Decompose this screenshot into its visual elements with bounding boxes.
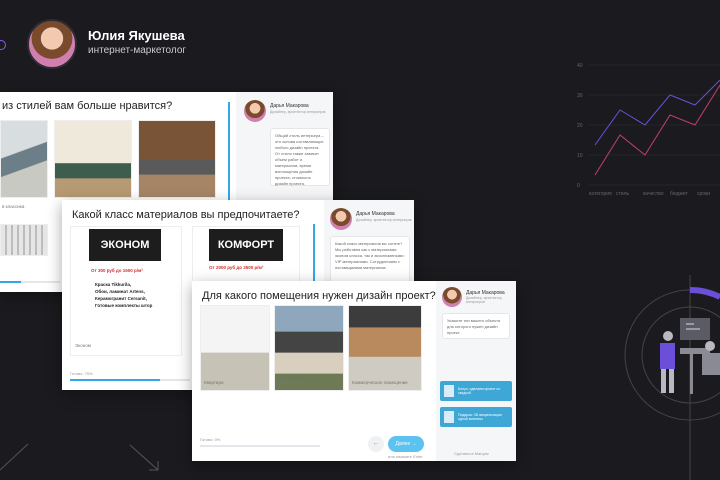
y-tick-label: 20 — [577, 123, 583, 129]
circle-icon — [0, 40, 6, 50]
option-apartment[interactable] — [200, 305, 270, 391]
comfort-price: От 2000 руб до 3500 р/м² — [209, 265, 264, 270]
interior-photo[interactable] — [54, 120, 132, 198]
consultant-title: Дизайнер, архитектор интерьеров — [270, 110, 326, 114]
x-tick-label: сроки — [697, 191, 710, 197]
y-tick-label: 10 — [577, 153, 583, 159]
consultant-avatar — [442, 287, 462, 307]
option-commercial[interactable] — [348, 305, 422, 391]
back-button[interactable]: ← — [368, 436, 384, 452]
progress-label: Готово: 0% — [200, 437, 221, 442]
option-econom[interactable]: ЭКОНОМ От 300 руб до 1500 р/м² Краска Ti… — [70, 226, 182, 356]
footer-credit[interactable]: Сделано в Marquiz — [454, 451, 489, 456]
consultant-message: Общий стиль интерьера – это основа соста… — [270, 128, 330, 186]
consultant-panel: Дарья Макарова Дизайнер, архитектор инте… — [436, 281, 516, 461]
background-line-chart: 40 30 20 10 0 категория стиль качество бюджет сро… — [577, 63, 720, 197]
y-tick-label: 30 — [577, 93, 583, 99]
progress-bar — [200, 445, 320, 447]
option-caption: Коммерческое помещение — [352, 380, 408, 385]
profile-role: интернет-маркетолог — [88, 45, 187, 56]
quiz-card-premises: Для какого помещения нужен дизайн проект… — [192, 281, 516, 461]
option-caption: Эконом — [75, 343, 91, 348]
accent-strip — [313, 224, 315, 284]
promo-banner[interactable]: Бонус: сделаем проект со скидкой — [440, 381, 512, 401]
consultant-name: Дарья Макарова — [356, 211, 395, 217]
accent-strip — [228, 102, 230, 212]
interior-photo[interactable] — [138, 120, 216, 198]
consultant-name: Дарья Макарова — [270, 103, 309, 109]
consultant-message: Какой класс материалов вы хотите? Мы раб… — [330, 236, 410, 284]
question-title: из стилей вам больше нравится? — [2, 100, 173, 112]
econom-price: От 300 руб до 1500 р/м² — [91, 268, 143, 273]
question-title: Для какого помещения нужен дизайн проект… — [202, 290, 436, 302]
econom-features: Краска Tikkurila, Обои, ламинат Artens, … — [95, 282, 153, 308]
option-caption: Дом / таунхаус — [278, 380, 309, 385]
consultant-avatar — [244, 100, 266, 122]
next-button[interactable]: Далее → — [388, 436, 424, 452]
progress-bar — [70, 379, 190, 381]
progress-label: Готово: 75% — [70, 371, 93, 376]
comfort-label: КОМФОРТ — [209, 229, 283, 261]
avatar — [27, 19, 77, 69]
x-tick-label: бюджет — [670, 191, 688, 197]
image-caption: в классика — [2, 204, 25, 209]
interior-photo[interactable] — [0, 224, 48, 256]
consultant-title: Дизайнер, архитектор интерьеров — [466, 296, 502, 304]
econom-label: ЭКОНОМ — [89, 229, 161, 261]
y-tick-label: 40 — [577, 63, 583, 69]
y-tick-label: 0 — [577, 183, 580, 189]
consultant-title: Дизайнер, архитектор интерьеров — [356, 218, 412, 222]
x-tick-label: категория — [589, 191, 612, 197]
option-house[interactable] — [274, 305, 344, 391]
consultant-message: Укажите тип вашего объекта для которого … — [442, 313, 510, 339]
progress-bar — [0, 281, 60, 283]
x-tick-label: стиль — [616, 191, 630, 197]
x-tick-label: качество — [643, 191, 664, 197]
enter-hint: или нажмите Enter — [388, 454, 423, 459]
profile-name: Юлия Якушева — [88, 28, 185, 43]
question-title: Какой класс материалов вы предпочитаете? — [72, 209, 300, 221]
interior-photo[interactable] — [0, 120, 48, 198]
consultant-avatar — [330, 208, 352, 230]
promo-banner[interactable]: Подарок: 3D визуализация одной комнаты — [440, 407, 512, 427]
option-caption: Квартира — [204, 380, 224, 385]
